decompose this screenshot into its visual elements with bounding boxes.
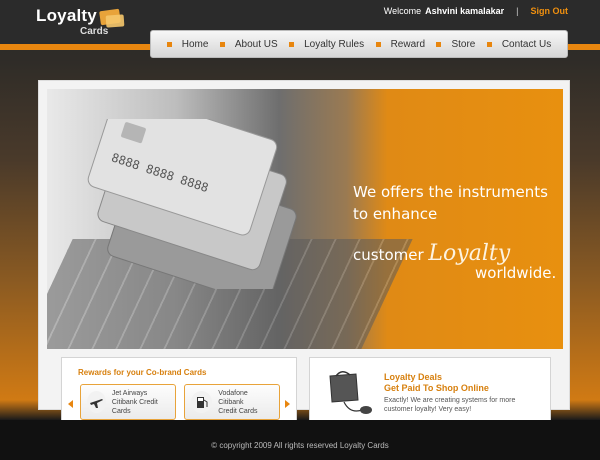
logo-subtext: Cards: [80, 26, 109, 37]
credit-cards-image: 8888 8888 8888: [87, 119, 297, 289]
deals-title-line-2: Get Paid To Shop Online: [384, 383, 489, 393]
nav-label: Loyalty Rules: [304, 38, 365, 50]
fuel-pump-icon: [191, 391, 213, 413]
cobrand-title: Rewards for your Co-brand Cards: [78, 368, 207, 377]
user-area: Welcome Ashvini kamalakar | Sign Out: [384, 6, 568, 16]
deals-title[interactable]: Loyalty Deals Get Paid To Shop Online: [384, 372, 489, 394]
nav-bullet-icon: [375, 41, 381, 47]
welcome-label: Welcome: [383, 6, 422, 16]
nav-item-store[interactable]: Store: [436, 39, 475, 50]
nav-label: About US: [234, 38, 278, 50]
cobrand-rewards-box: Rewards for your Co-brand Cards Jet Airw…: [61, 357, 297, 425]
cobrand-card-text: Vodafone Citibank Credit Cards: [218, 389, 273, 416]
main-nav: Home About US Loyalty Rules Reward Store…: [150, 30, 568, 58]
nav-label: Home: [181, 38, 209, 50]
cobrand-card-line-2: Credit Cards: [218, 407, 258, 415]
deals-description: Exactly! We are creating systems for mor…: [384, 396, 544, 414]
deals-text-line-2: customer loyalty! Very easy!: [384, 406, 472, 413]
footer: [0, 420, 600, 460]
hero-banner: 8888 8888 8888 We offers the instruments…: [47, 89, 563, 349]
cobrand-card-line-1: Jet Airways: [111, 389, 148, 397]
carousel-next-icon[interactable]: [285, 400, 290, 408]
deals-title-line-1: Loyalty Deals: [384, 372, 443, 382]
shopping-bag-mouse-icon: [329, 371, 372, 414]
cobrand-card-vodafone[interactable]: Vodafone Citibank Credit Cards: [184, 384, 280, 420]
footer-copyright: © copyright 2009 All rights reserved Loy…: [211, 441, 389, 450]
site-logo[interactable]: Loyalty Cards: [36, 6, 126, 38]
cobrand-card-line-2: Citibank Credit Cards: [111, 398, 158, 415]
cobrand-card-line-1: Vodafone Citibank: [218, 389, 248, 406]
banner-line-3: customer Loyalty: [353, 241, 556, 266]
nav-item-about[interactable]: About US: [219, 38, 278, 50]
banner-line-4: worldwide.: [475, 264, 557, 282]
main-content: 8888 8888 8888 We offers the instruments…: [38, 80, 570, 425]
nav-label: Store: [451, 38, 476, 50]
nav-bullet-icon: [289, 41, 295, 47]
nav-item-home[interactable]: Home: [166, 38, 209, 50]
airplane-icon: [87, 391, 106, 413]
logo-text: Loyalty: [36, 6, 97, 25]
banner-line-1: We offers the instruments: [353, 183, 548, 201]
user-separator: |: [516, 6, 519, 16]
nav-label: Reward: [390, 38, 426, 50]
cobrand-card-text: Jet Airways Citibank Credit Cards: [112, 389, 169, 416]
nav-bullet-icon: [436, 41, 442, 47]
sign-out-link[interactable]: Sign Out: [531, 6, 569, 16]
nav-label: Contact Us: [501, 38, 552, 50]
nav-bullet-icon: [219, 41, 225, 47]
logo-card-icon-back: [105, 14, 125, 28]
nav-item-contact[interactable]: Contact Us: [486, 38, 552, 50]
nav-item-reward[interactable]: Reward: [375, 38, 426, 50]
deals-text-line-1: Exactly! We are creating systems for mor…: [384, 397, 516, 404]
nav-item-loyalty-rules[interactable]: Loyalty Rules: [289, 39, 364, 50]
nav-bullet-icon: [166, 41, 172, 47]
carousel-prev-icon[interactable]: [68, 400, 73, 408]
banner-line-2: to enhance: [353, 205, 438, 223]
loyalty-deals-box: Loyalty Deals Get Paid To Shop Online Ex…: [309, 357, 551, 425]
banner-tagline: We offers the instruments to enhance cus…: [353, 181, 556, 282]
cobrand-card-jet-airways[interactable]: Jet Airways Citibank Credit Cards: [80, 384, 176, 420]
banner-line-3-prefix: customer: [353, 246, 424, 264]
nav-bullet-icon: [486, 41, 492, 47]
user-name: Ashvini kamalakar: [425, 6, 505, 16]
banner-loyalty-word: Loyalty: [428, 241, 511, 266]
